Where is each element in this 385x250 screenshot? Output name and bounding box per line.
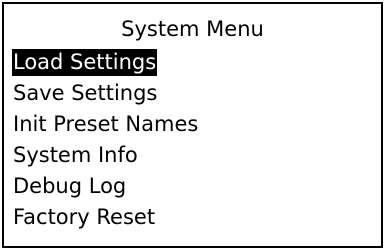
menu-item-label: System Info: [13, 143, 138, 167]
menu-item-system-info[interactable]: System Info: [12, 140, 199, 171]
menu-item-factory-reset[interactable]: Factory Reset: [12, 202, 199, 233]
menu-list: Load Settings Save Settings Init Preset …: [12, 47, 199, 233]
menu-item-init-preset-names[interactable]: Init Preset Names: [12, 109, 199, 140]
menu-item-debug-log[interactable]: Debug Log: [12, 171, 199, 202]
lcd-screen: System Menu Load Settings Save Settings …: [2, 2, 383, 248]
menu-item-label: Factory Reset: [13, 205, 156, 229]
menu-item-label: Load Settings: [12, 49, 158, 76]
menu-item-label: Save Settings: [13, 81, 158, 105]
menu-item-label: Init Preset Names: [13, 112, 199, 136]
menu-item-save-settings[interactable]: Save Settings: [12, 78, 199, 109]
menu-item-label: Debug Log: [13, 174, 127, 198]
menu-item-load-settings[interactable]: Load Settings: [12, 47, 199, 78]
menu-title: System Menu: [121, 17, 264, 41]
